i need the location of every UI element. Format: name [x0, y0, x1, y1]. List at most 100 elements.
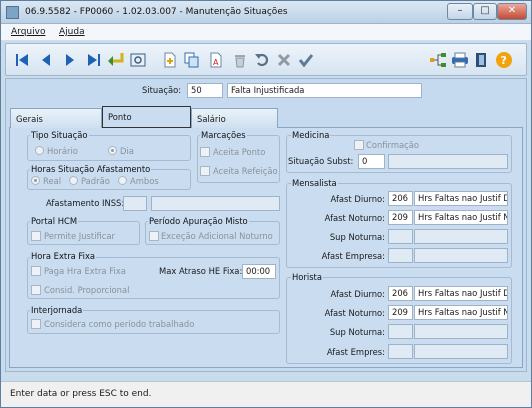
exit-icon[interactable] [472, 50, 492, 70]
svg-text:A: A [213, 58, 219, 67]
aceita-refeicao-label: Aceita Refeição [213, 166, 278, 176]
horista-sup-desc [414, 324, 508, 339]
horista-empresa-code[interactable] [388, 344, 413, 359]
go-to-icon[interactable] [106, 50, 126, 70]
paga-hora-extra-checkbox[interactable] [31, 266, 41, 276]
dia-radio[interactable] [108, 146, 117, 155]
afastamento-inss-desc-field [151, 196, 280, 211]
horista-empresa-desc [414, 344, 508, 359]
edit-record-icon[interactable]: A [206, 50, 226, 70]
print-icon[interactable] [450, 50, 470, 70]
situacao-subst-label: Situação Subst: [288, 156, 354, 166]
maximize-button[interactable]: □ [473, 3, 497, 20]
horista-diurno-code[interactable]: 206 [388, 286, 413, 301]
add-record-icon[interactable] [160, 50, 180, 70]
cancel-icon[interactable] [274, 50, 294, 70]
mensalista-sup-code[interactable] [388, 229, 413, 244]
title-bar: 06.9.5582 - FP0060 - 1.02.03.007 - Manut… [1, 1, 531, 24]
hora-extra-fixa-title: Hora Extra Fixa [30, 251, 97, 261]
mensalista-sup-label: Sup Noturna: [329, 232, 385, 242]
padrao-radio[interactable] [69, 176, 78, 185]
situacao-description-field: Falta Injustificada [227, 83, 422, 98]
real-label: Real [43, 176, 62, 186]
horista-noturno-desc: Hrs Faltas nao Justif N [414, 305, 508, 320]
permite-justificar-label: Permite Justificar [44, 231, 115, 241]
horista-noturno-code[interactable]: 209 [388, 305, 413, 320]
considera-trabalhado-checkbox[interactable] [31, 319, 41, 329]
afastamento-inss-code-field[interactable] [123, 196, 147, 211]
confirmacao-checkbox[interactable] [354, 140, 364, 150]
horario-radio[interactable] [35, 146, 44, 155]
medicina-title: Medicina [291, 130, 331, 140]
tab-salario[interactable]: Salário [191, 108, 278, 128]
mensalista-empresa-desc [414, 248, 508, 263]
permite-justificar-checkbox[interactable] [31, 231, 41, 241]
status-text: Enter data or press ESC to end. [10, 389, 152, 399]
consid-proporcional-checkbox[interactable] [31, 285, 41, 295]
mensalista-empresa-code[interactable] [388, 248, 413, 263]
mensalista-noturno-label: Afast Noturno: [324, 213, 385, 223]
svg-text:?: ? [501, 54, 507, 67]
mensalista-diurno-label: Afast Diurno: [330, 194, 385, 204]
app-window: 06.9.5582 - FP0060 - 1.02.03.007 - Manut… [0, 0, 532, 408]
tab-gerais[interactable]: Gerais [10, 108, 102, 128]
next-record-icon[interactable] [60, 50, 80, 70]
horista-sup-code[interactable] [388, 324, 413, 339]
excecao-adicional-label: Exceção Adicional Noturno [161, 231, 273, 241]
undo-icon[interactable] [252, 50, 272, 70]
periodo-apuracao-title: Período Apuração Misto [148, 216, 249, 226]
menu-ajuda[interactable]: Ajuda [59, 27, 85, 37]
last-record-icon[interactable] [84, 50, 104, 70]
menu-bar: Arquivo Ajuda [1, 24, 531, 41]
previous-record-icon[interactable] [36, 50, 56, 70]
tipo-situacao-title: Tipo Situação [30, 130, 89, 140]
search-icon[interactable] [128, 50, 148, 70]
dia-label: Dia [120, 146, 134, 156]
confirmacao-label: Confirmação [366, 140, 420, 150]
marcacoes-title: Marcações [200, 130, 247, 140]
mensalista-diurno-desc: Hrs Faltas nao Justif D [414, 191, 508, 206]
ambos-label: Ambos [130, 176, 159, 186]
tree-icon[interactable] [428, 50, 448, 70]
paga-hora-extra-label: Paga Hra Extra Fixa [44, 266, 126, 276]
interjornada-title: Interjornada [30, 305, 84, 315]
horista-diurno-desc: Hrs Faltas nao Justif D [414, 286, 508, 301]
app-icon [6, 6, 19, 19]
real-radio[interactable] [31, 176, 40, 185]
horista-noturno-label: Afast Noturno: [324, 308, 385, 318]
horista-sup-label: Sup Noturna: [329, 327, 385, 337]
mensalista-diurno-code[interactable]: 206 [388, 191, 413, 206]
menu-arquivo[interactable]: Arquivo [11, 27, 45, 37]
tab-ponto[interactable]: Ponto [102, 106, 191, 128]
status-bar: Enter data or press ESC to end. [1, 381, 531, 407]
mensalista-empresa-label: Afast Empresa: [321, 251, 385, 261]
max-atraso-field[interactable]: 00:00 [242, 264, 276, 279]
mensalista-noturno-desc: Hrs Faltas nao Justif N [414, 210, 508, 225]
close-button[interactable]: ✕ [497, 3, 527, 20]
toolbar: A ? [5, 43, 527, 76]
mensalista-sup-desc [414, 229, 508, 244]
situacao-subst-field[interactable]: 0 [358, 154, 385, 169]
padrao-label: Padrão [81, 176, 110, 186]
situacao-label: Situação: [142, 85, 182, 95]
confirm-icon[interactable] [296, 50, 316, 70]
copy-record-icon[interactable] [182, 50, 202, 70]
max-atraso-label: Max Atraso HE Fixa: [159, 266, 243, 276]
ambos-radio[interactable] [118, 176, 127, 185]
help-icon[interactable]: ? [494, 50, 514, 70]
first-record-icon[interactable] [12, 50, 32, 70]
portal-hcm-title: Portal HCM [30, 216, 79, 226]
situacao-code-field[interactable]: 50 [187, 83, 223, 98]
delete-record-icon[interactable] [230, 50, 250, 70]
aceita-ponto-checkbox[interactable] [200, 147, 210, 157]
mensalista-title: Mensalista [291, 178, 338, 188]
horario-label: Horário [47, 146, 78, 156]
minimize-button[interactable]: – [447, 3, 473, 20]
excecao-adicional-checkbox[interactable] [149, 231, 159, 241]
consid-proporcional-label: Consid. Proporcional [44, 285, 130, 295]
mensalista-noturno-code[interactable]: 209 [388, 210, 413, 225]
horista-diurno-label: Afast Diurno: [330, 289, 385, 299]
aceita-refeicao-checkbox[interactable] [200, 166, 210, 176]
horista-title: Horista [291, 272, 323, 282]
window-title: 06.9.5582 - FP0060 - 1.02.03.007 - Manut… [25, 7, 288, 17]
